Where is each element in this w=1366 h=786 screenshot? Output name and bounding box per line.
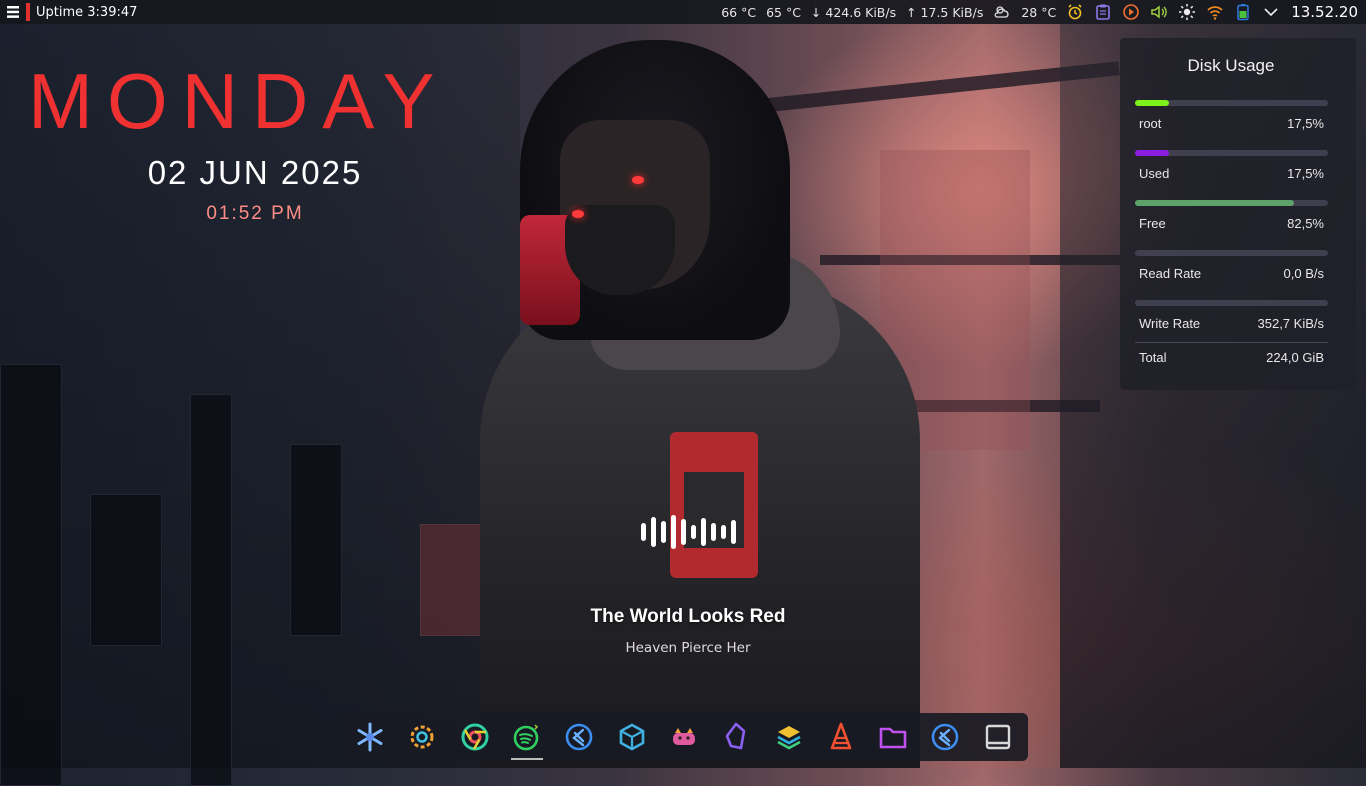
disk-bar-fill: [1135, 150, 1169, 156]
vscode-icon: [566, 723, 593, 751]
disk-row-value: 17,5%: [1287, 116, 1324, 131]
network-download-speed[interactable]: ↓ 424.6 KiB/s: [811, 5, 896, 20]
wallpaper-figure-mask: [565, 205, 675, 295]
kde-launcher-icon: [7, 6, 19, 18]
disk-row-value: 17,5%: [1287, 166, 1324, 181]
weather-temperature[interactable]: 28 °C: [1021, 5, 1056, 20]
settings-icon: [410, 725, 434, 749]
spotify-icon: [513, 724, 539, 751]
disk-bar-root: [1135, 100, 1328, 106]
uptime-widget[interactable]: Uptime 3:39:47: [26, 0, 137, 24]
disk-row-total: Total 224,0 GiB: [1135, 340, 1328, 365]
dock-app-vlc[interactable]: [821, 717, 861, 757]
brightness-icon[interactable]: [1177, 2, 1197, 22]
wifi-icon[interactable]: [1205, 2, 1225, 22]
media-player-icon[interactable]: [1121, 2, 1141, 22]
virtualbox-icon: [619, 723, 644, 751]
disk-row-read-rate: Read Rate 0,0 B/s: [1135, 250, 1328, 281]
dock-app-snowflake[interactable]: [350, 717, 390, 757]
disk-row-used: Used 17,5%: [1135, 150, 1328, 181]
vscode-insiders-icon: [932, 723, 959, 751]
battery-icon[interactable]: [1233, 2, 1253, 22]
dock-app-obsidian[interactable]: [716, 717, 756, 757]
vlc-icon: [830, 722, 852, 750]
gitkraken-icon: [672, 728, 695, 745]
disk-row-label: Free: [1139, 216, 1166, 231]
disk-row-free: Free 82,5%: [1135, 200, 1328, 231]
uptime-accent-bar: [26, 3, 30, 21]
disk-bar-used: [1135, 150, 1328, 156]
disk-usage-widget: Disk Usage root 17,5% Used 17,5% Free 82,5%…: [1120, 38, 1356, 390]
disk-row-label: Used: [1139, 166, 1170, 181]
audio-waveform-icon: [540, 510, 836, 554]
disk-row-value: 352,7 KiB/s: [1257, 316, 1325, 331]
day-of-week: MONDAY: [28, 57, 449, 145]
wallpaper-window: [90, 494, 162, 646]
disk-bar-read-rate: [1135, 250, 1328, 256]
panel-clock[interactable]: 13.52.20: [1291, 3, 1358, 21]
snowflake-icon: [357, 722, 383, 752]
disk-usage-title: Disk Usage: [1187, 56, 1275, 75]
obsidian-icon: [725, 722, 746, 750]
wallpaper-pillar: [0, 364, 62, 786]
dock-app-vscode-insiders[interactable]: [925, 717, 965, 757]
top-panel: Uptime 3:39:47 66 °C 65 °C ↓ 424.6 KiB/s…: [0, 0, 1366, 24]
wallpaper-figure-eye: [572, 210, 584, 218]
wallpaper-pillar: [190, 394, 232, 786]
cpu-temperature[interactable]: 66 °C: [721, 5, 756, 20]
chrome-icon: [461, 723, 489, 751]
dock: [340, 713, 1028, 761]
wallpaper-figure-eye: [632, 176, 644, 184]
dock-app-terminal[interactable]: [978, 717, 1018, 757]
disk-bar-free: [1135, 200, 1328, 206]
disk-row-root: root 17,5%: [1135, 100, 1328, 131]
time-text: 01:52 PM: [206, 203, 304, 224]
dock-app-chrome[interactable]: [455, 717, 495, 757]
wallpaper-window: [290, 444, 342, 636]
disk-row-label: root: [1139, 116, 1162, 131]
dock-app-settings[interactable]: [402, 717, 442, 757]
disk-row-value: 82,5%: [1287, 216, 1324, 231]
dock-app-vscode[interactable]: [559, 717, 599, 757]
uptime-text: Uptime 3:39:47: [36, 4, 138, 20]
clipboard-icon[interactable]: [1093, 2, 1113, 22]
alarm-icon[interactable]: [1065, 2, 1085, 22]
dock-app-layers[interactable]: [769, 717, 809, 757]
system-tray: 66 °C 65 °C ↓ 424.6 KiB/s ↑ 17.5 KiB/s 2…: [716, 0, 1366, 24]
network-upload-speed[interactable]: ↑ 17.5 KiB/s: [906, 5, 983, 20]
song-title: The World Looks Red: [590, 606, 786, 627]
layers-icon: [776, 726, 801, 750]
disk-bar-write-rate: [1135, 300, 1328, 306]
dock-app-virtualbox[interactable]: [612, 717, 652, 757]
weather-partly-cloudy-icon[interactable]: [992, 2, 1012, 22]
disk-row-label: Write Rate: [1139, 316, 1201, 331]
gpu-temperature[interactable]: 65 °C: [766, 5, 801, 20]
volume-icon[interactable]: [1149, 2, 1169, 22]
files-icon: [879, 727, 907, 749]
application-launcher[interactable]: [0, 0, 26, 24]
disk-bar-fill: [1135, 200, 1295, 206]
disk-total-value: 224,0 GiB: [1266, 350, 1324, 365]
expand-tray-icon[interactable]: [1261, 2, 1281, 22]
dock-app-spotify[interactable]: [507, 717, 547, 760]
dock-app-files[interactable]: [873, 717, 913, 757]
song-artist: Heaven Pierce Her: [625, 640, 751, 656]
disk-row-label: Read Rate: [1139, 266, 1202, 281]
date-text: 02 JUN 2025: [147, 154, 363, 191]
disk-total-label: Total: [1139, 350, 1167, 365]
music-widget[interactable]: The World Looks Red Heaven Pierce Her: [540, 510, 836, 656]
dock-app-gitkraken[interactable]: [664, 717, 704, 757]
terminal-icon: [985, 724, 1010, 750]
disk-row-value: 0,0 B/s: [1283, 266, 1324, 281]
disk-row-write-rate: Write Rate 352,7 KiB/s: [1135, 300, 1328, 331]
disk-bar-fill: [1135, 100, 1169, 106]
